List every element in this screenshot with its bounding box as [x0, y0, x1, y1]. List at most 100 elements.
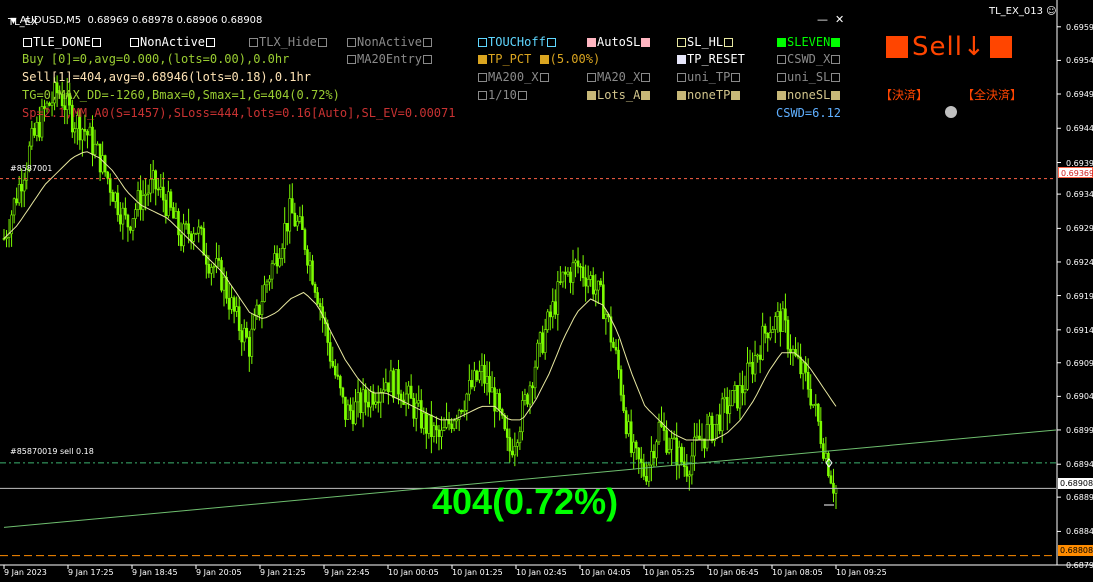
ma20-x-button[interactable]: MA20_X	[586, 70, 651, 84]
candle-body	[341, 387, 345, 398]
tle-done-button[interactable]: TLE_DONE	[22, 35, 102, 49]
candle-body	[265, 281, 269, 286]
candle-body	[253, 315, 256, 330]
tp-reset-button[interactable]: TP_RESET	[676, 52, 745, 66]
candle-body	[280, 248, 284, 259]
nonactive-button-1[interactable]: NonActive	[129, 35, 216, 49]
candle-body	[784, 308, 787, 321]
nonesl-button[interactable]: noneSL	[776, 88, 841, 102]
candle-body	[657, 421, 661, 443]
candle-body	[634, 441, 638, 449]
candle-body	[156, 188, 160, 191]
candle-body	[814, 403, 818, 406]
candle-body	[450, 423, 453, 429]
candle-body	[285, 223, 289, 232]
time-tick-label: 9 Jan 18:45	[132, 568, 178, 577]
tg-info: TG=0,MAX_DD=-1260,Bmax=0,Smax=1,G=404(0.…	[22, 88, 340, 102]
candle-body	[566, 271, 570, 275]
order-line-label: #85870019 sell 0.18	[10, 447, 94, 456]
upper-line-label: #8587001	[10, 164, 53, 173]
candle-body	[263, 284, 266, 302]
close-icon[interactable]: ✕	[835, 13, 844, 26]
candle-body	[596, 280, 600, 291]
candle-body	[440, 430, 443, 437]
candle-body	[708, 415, 711, 425]
candle-body	[442, 427, 446, 431]
candle-body	[210, 267, 213, 274]
current-price-box: 0.68908	[1058, 478, 1093, 489]
candle-body	[485, 376, 489, 384]
candle-body	[627, 421, 630, 435]
price-tick-label: 0.68995	[1066, 425, 1093, 435]
candle-body	[612, 341, 615, 348]
window-controls[interactable]: — ✕	[810, 3, 844, 25]
candle-body	[124, 207, 127, 216]
candle-body	[184, 223, 188, 226]
candle-body	[523, 394, 527, 401]
candle-body	[333, 365, 337, 376]
uni-tp-button[interactable]: uni_TP	[676, 70, 741, 84]
candle-body	[680, 446, 684, 463]
candle-body	[690, 455, 694, 476]
tp-pct-button[interactable]: TP_PCT (5.00%)	[477, 52, 600, 66]
candle-body	[93, 143, 97, 155]
minimize-icon[interactable]: —	[817, 13, 828, 26]
ratio-button[interactable]: 1/10	[477, 88, 528, 102]
candle-body	[533, 366, 537, 389]
candle-body	[136, 190, 140, 210]
candle-body	[86, 131, 89, 136]
candle-body	[222, 276, 226, 291]
settle-button[interactable]: 【決済】	[880, 88, 928, 102]
candle-body	[564, 271, 567, 275]
candle-body	[392, 370, 395, 399]
candle-body	[561, 271, 565, 283]
lots-a-button[interactable]: Lots_A	[586, 88, 651, 102]
candle-body	[151, 170, 155, 180]
candle-body	[146, 192, 150, 195]
candle-body	[15, 198, 18, 204]
ea-name: TL_EX_013 ☺	[989, 6, 1057, 17]
candle-body	[199, 226, 203, 229]
sell-button[interactable]: Sell↓	[886, 32, 1012, 62]
candle-body	[829, 475, 833, 484]
candle-body	[493, 387, 496, 412]
autosl-button[interactable]: AutoSL	[586, 35, 651, 49]
candle-body	[490, 387, 494, 393]
nonactive-button-2[interactable]: NonActive	[346, 35, 433, 49]
candle-body	[475, 370, 479, 381]
candle-body	[622, 394, 625, 411]
candle-body	[387, 382, 390, 393]
candlestick-series	[2, 75, 838, 510]
candle-body	[139, 190, 142, 210]
sp-info: Sp=2.1,MM_A0(S=1457),SLoss=444,lots=0.16…	[22, 106, 456, 120]
tlx-hide-button[interactable]: TLX_Hide	[248, 35, 328, 49]
time-tick-label: 9 Jan 17:25	[68, 568, 114, 577]
candle-body	[129, 226, 132, 231]
candle-body	[159, 186, 163, 190]
time-tick-label: 10 Jan 02:45	[516, 568, 567, 577]
candle-body	[242, 327, 246, 343]
ma200-x-button[interactable]: MA200_X	[477, 70, 550, 84]
candle-body	[478, 371, 481, 381]
price-tick-label: 0.69195	[1066, 291, 1093, 301]
touchoff-button[interactable]: TOUCHoff	[477, 35, 557, 49]
candle-body	[774, 316, 777, 330]
sell-square-left	[886, 36, 908, 58]
candle-body	[220, 260, 223, 291]
candle-body	[665, 430, 668, 453]
sleven-button[interactable]: SLEVEN	[776, 35, 841, 49]
candle-body	[134, 209, 137, 219]
candle-body	[617, 349, 620, 370]
uni-sl-button[interactable]: uni_SL	[776, 70, 841, 84]
candle-body	[111, 192, 115, 202]
sl-hl-button[interactable]: SL_HL	[676, 35, 734, 49]
nonetp-button[interactable]: noneTP	[676, 88, 741, 102]
cswd-x-button[interactable]: CSWD_X	[776, 52, 841, 66]
candle-body	[275, 253, 279, 267]
candle-body	[576, 260, 580, 267]
candle-body	[197, 226, 201, 234]
settle-all-button[interactable]: 【全決済】	[962, 88, 1022, 102]
candle-body	[248, 336, 251, 357]
ma20entry-button[interactable]: MA20Entry	[346, 52, 433, 66]
candle-body	[541, 332, 544, 353]
